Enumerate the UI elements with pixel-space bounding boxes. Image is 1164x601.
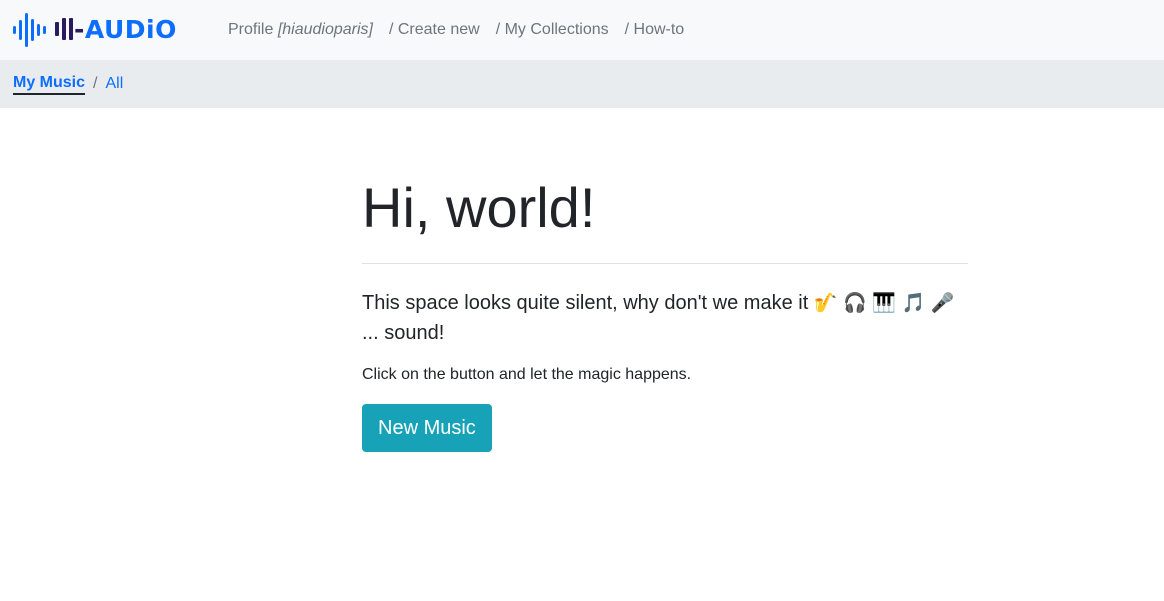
keyboard-icon: 🎹 <box>872 292 896 314</box>
breadcrumb-my-music[interactable]: My Music <box>13 74 86 95</box>
page-title: Hi, world! <box>362 176 596 239</box>
nav-my-collections-link[interactable]: / My Collections <box>496 21 609 39</box>
breadcrumb-separator: / <box>93 75 98 92</box>
nav-how-to-link[interactable]: / How-to <box>625 21 685 39</box>
lead-tail: ... sound! <box>362 322 445 344</box>
nav-profile-username: [hiaudioparis] <box>277 21 373 38</box>
breadcrumb: My Music / All <box>0 60 1164 108</box>
nav-profile-link[interactable]: Profile [hiaudioparis] <box>228 21 373 39</box>
brand-h-mark <box>55 18 73 40</box>
headphones-icon: 🎧 <box>843 292 867 314</box>
breadcrumb-all[interactable]: All <box>105 75 123 93</box>
brand-audio-text: AUDiO <box>84 14 177 44</box>
brand-wordmark: - AUDiO <box>55 17 177 42</box>
nav-create-new-link[interactable]: / Create new <box>389 21 480 39</box>
music-note-icon: 🎵 <box>901 292 926 314</box>
title-divider <box>362 263 968 264</box>
hint-text: Click on the button and let the magic ha… <box>362 366 692 383</box>
saxophone-icon: 🎷 <box>813 292 838 314</box>
brand-dash: - <box>74 14 85 44</box>
new-music-button[interactable]: New Music <box>362 404 492 452</box>
top-navbar: - AUDiO Profile [hiaudioparis] / Create … <box>0 0 1164 60</box>
microphone-icon: 🎤 <box>930 292 955 314</box>
brand-logo[interactable]: - AUDiO <box>12 10 177 48</box>
lead-text: This space looks quite silent, why don't… <box>362 288 968 348</box>
lead-sentence: This space looks quite silent, why don't… <box>362 292 809 314</box>
nav-links: Profile [hiaudioparis] / Create new / My… <box>228 0 700 60</box>
nav-profile-label: Profile <box>228 21 274 38</box>
audio-wave-icon <box>13 13 46 47</box>
